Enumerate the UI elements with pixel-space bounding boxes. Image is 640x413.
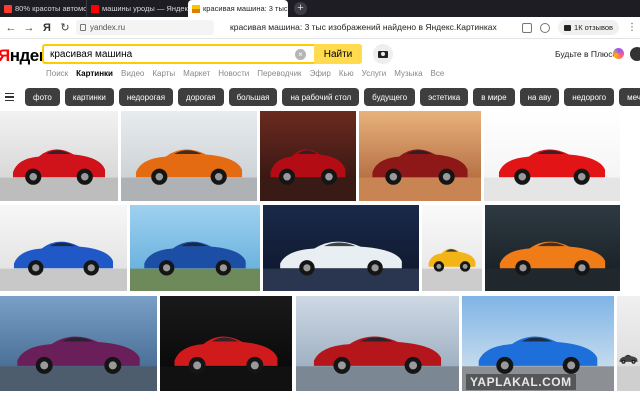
browser-tab-active[interactable]: красивая машина: 3 тыс × [188,0,288,17]
image-results-grid [0,111,640,413]
image-search-button[interactable] [373,44,393,64]
suggestion-chips-bar: фото картинки недорогая дорогая большая на ра… [0,86,640,108]
red-square-icon [4,4,12,13]
service-link[interactable]: Маркет [183,69,210,78]
image-result-red-aston-martin-desert[interactable] [359,111,481,201]
camera-icon [378,50,388,58]
suggestion-chip[interactable]: в мире [473,88,515,106]
browser-tab-strip: 80% красоты автомобиля машины уроды — Ян… [0,0,640,17]
service-link[interactable]: Переводчик [257,69,301,78]
yandex-home-button[interactable]: Я [38,19,56,37]
car-photo [130,205,260,291]
browser-tab-2[interactable]: машины уроды — Яндекс [86,0,188,17]
suggestion-chip[interactable]: недорогая [118,88,174,106]
suggestion-chip[interactable]: большая [228,88,278,106]
car-photo [0,205,127,291]
image-result-partial-car-edge[interactable] [617,296,640,391]
tab-title: 80% красоты автомобиля [15,4,86,13]
image-result-red-aston-zagato[interactable] [160,296,292,391]
suggestion-chip[interactable]: фото [25,88,60,106]
service-link[interactable]: Видео [121,69,144,78]
image-result-red-ferrari-enzo[interactable] [484,111,620,201]
address-bar-row: ← → Я ↻ yandex.ru красивая машина: 3 тыс… [0,17,640,39]
image-result-orange-aston-martin[interactable] [485,205,620,291]
services-nav: Поиск Картинки Видео Карты Маркет Новости Пере… [46,69,444,78]
tab-title: красивая машина: 3 тыс [203,4,288,13]
car-photo [359,111,481,201]
reload-icon: ↻ [60,22,70,34]
forward-button[interactable]: → [20,19,38,37]
reviews-count: 1К отзывов [574,23,613,32]
service-link[interactable]: Все [431,69,445,78]
arrow-right-icon: → [23,21,35,34]
image-result-red-ferrari-front[interactable] [260,111,356,201]
car-photo [485,205,620,291]
suggestion-chip[interactable]: будущего [364,88,416,106]
suggestion-chip[interactable]: картинки [64,88,114,106]
url-field[interactable]: yandex.ru [76,20,214,35]
address-bar-tools: 1К отзывов ⋮ [522,20,637,35]
image-result-white-roadster-night[interactable] [263,205,419,291]
image-result-blue-shelby-cobra[interactable] [130,205,260,291]
suggestion-chip[interactable]: дорогая [178,88,224,106]
back-button[interactable]: ← [2,19,20,37]
image-result-red-bmw-zagato[interactable] [296,296,459,391]
arrow-left-icon: ← [5,21,17,34]
car-photo [422,205,482,291]
clear-icon[interactable]: × [295,49,306,60]
lock-icon [80,24,86,31]
car-photo [0,111,118,201]
suggestion-chip[interactable]: мечты [619,88,640,106]
filter-icon [4,92,14,95]
suggestion-chip[interactable]: на рабочий стол [282,88,360,106]
service-link[interactable]: Поиск [46,69,68,78]
chips-list: фото картинки недорогая дорогая большая на ра… [25,88,640,106]
yandex-header: Яндекс × Найти Будьте в Плюсе ПоискКарти… [0,39,640,83]
new-tab-button[interactable]: + [294,2,307,15]
bookmark-icon[interactable] [522,22,533,33]
car-photo [296,296,459,391]
plus-promo-link[interactable]: Будьте в Плюсе [555,49,617,59]
car-photo [260,111,356,201]
avatar[interactable] [630,47,640,61]
search-input[interactable] [44,46,294,62]
service-link[interactable]: Картинки [76,69,113,78]
url-text: yandex.ru [90,23,126,32]
car-photo [0,296,157,391]
car-photo [160,296,292,391]
service-link[interactable]: Новости [218,69,249,78]
car-photo [263,205,419,291]
suggestion-chip[interactable]: недорого [564,88,615,106]
service-link[interactable]: Эфир [310,69,331,78]
yandex-icon [91,4,99,13]
service-link[interactable]: Карты [152,69,175,78]
chat-bubble-icon [564,24,572,31]
service-link[interactable]: Музыка [394,69,422,78]
photo-icon [192,4,200,13]
browser-tab-1[interactable]: 80% красоты автомобиля [0,0,86,17]
find-button[interactable]: Найти [314,44,362,64]
image-result-yellow-concept[interactable] [422,205,482,291]
suggestion-chip[interactable]: эстетика [420,88,469,106]
image-result-red-ferrari-599[interactable] [0,111,118,201]
reviews-badge[interactable]: 1К отзывов [558,20,619,35]
car-photo [484,111,620,201]
service-link[interactable]: Кью [339,69,354,78]
plus-icon[interactable] [613,48,624,59]
car-photo [617,296,640,391]
image-result-orange-lamborghini[interactable] [121,111,257,201]
reload-button[interactable]: ↻ [56,19,74,37]
extension-icon[interactable] [540,22,551,33]
car-photo [121,111,257,201]
watermark: YAPLAKAL.COM [466,374,576,390]
service-link[interactable]: Услуги [362,69,387,78]
image-result-blue-audi-r8[interactable] [0,205,127,291]
image-result-purple-bentley[interactable] [0,296,157,391]
search-box: × Найти [42,44,362,64]
suggestion-chip[interactable]: на аву [519,88,560,106]
tab-title: машины уроды — Яндекс [102,4,188,13]
page-title: красивая машина: 3 тыс изображений найде… [230,22,497,32]
filters-button[interactable] [0,88,18,106]
menu-icon[interactable]: ⋮ [627,22,637,33]
